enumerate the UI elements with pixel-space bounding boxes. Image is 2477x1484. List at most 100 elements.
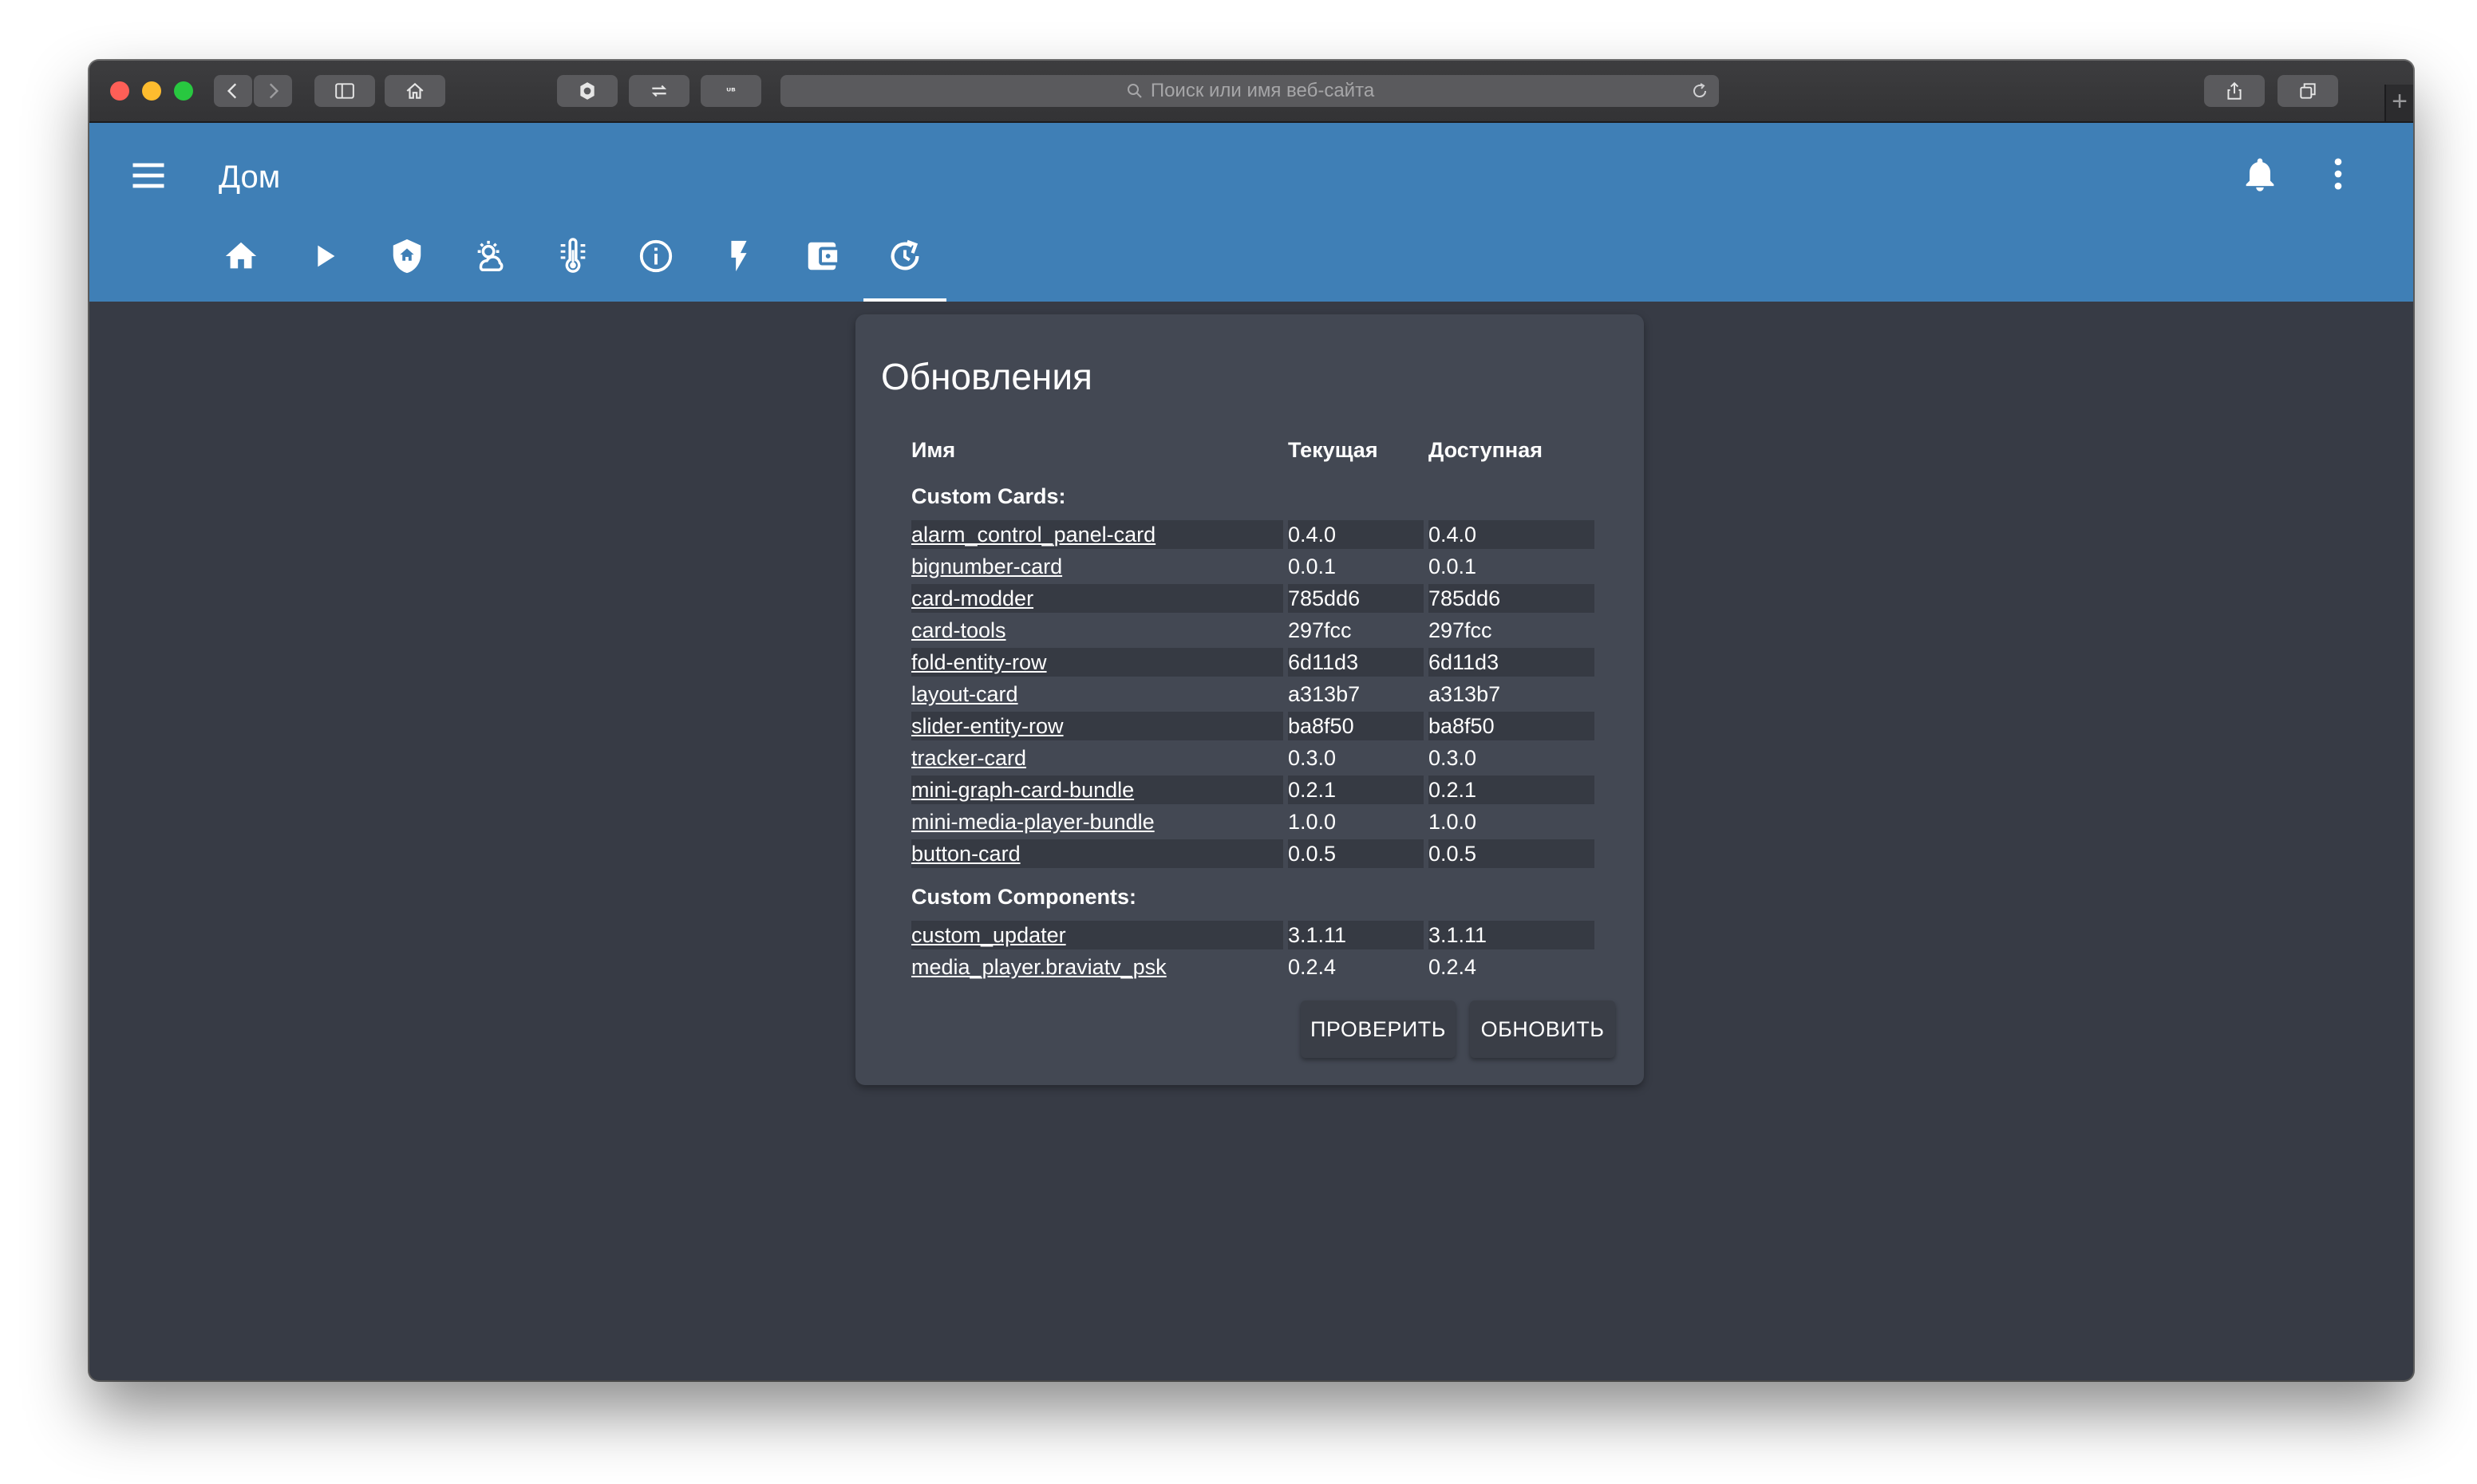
component-name-link[interactable]: slider-entity-row	[911, 712, 1283, 740]
table-row: mini-graph-card-bundle 0.2.1 0.2.1	[911, 776, 1594, 807]
table-row: tracker-card 0.3.0 0.3.0	[911, 744, 1594, 776]
available-version: ba8f50	[1428, 712, 1594, 740]
tab-security[interactable]	[365, 211, 448, 302]
component-name-link[interactable]: mini-media-player-bundle	[911, 807, 1283, 836]
wallet-icon	[808, 242, 838, 270]
more-options-icon[interactable]	[2317, 153, 2359, 195]
available-version: a313b7	[1428, 682, 1501, 706]
component-name-link[interactable]: button-card	[911, 839, 1283, 868]
section-title-custom-components: Custom Components:	[911, 885, 1136, 909]
tab-finance[interactable]	[780, 211, 863, 302]
forward-button[interactable]	[254, 75, 292, 107]
component-name-link[interactable]: bignumber-card	[911, 552, 1283, 581]
reload-icon[interactable]	[1690, 81, 1709, 101]
table-row: fold-entity-row 6d11d3 6d11d3	[911, 648, 1594, 680]
available-version: 0.2.4	[1428, 955, 1477, 979]
update-button[interactable]: ОБНОВИТЬ	[1470, 1001, 1615, 1058]
component-name-link[interactable]: media_player.braviatv_psk	[911, 953, 1283, 981]
address-bar[interactable]: Поиск или имя веб-сайта	[780, 75, 1719, 107]
current-version: 0.3.0	[1288, 746, 1337, 770]
tab-info[interactable]	[614, 211, 697, 302]
extension-icon	[580, 82, 595, 100]
info-icon	[639, 239, 673, 273]
flash-icon	[731, 240, 747, 272]
page-title: Дом	[219, 160, 281, 195]
current-version: 297fcc	[1288, 618, 1352, 642]
zoom-window-button[interactable]	[174, 81, 193, 101]
home-icon	[406, 82, 424, 99]
browser-window: ᵁᴮ Поиск или имя веб-сайта + Дом Обновле…	[89, 61, 2413, 1380]
component-name-link[interactable]: layout-card	[911, 680, 1283, 708]
browser-toolbar: ᵁᴮ Поиск или имя веб-сайта +	[89, 61, 2413, 123]
component-name-link[interactable]: card-tools	[911, 616, 1283, 645]
sync-icon	[651, 85, 667, 97]
extension-button[interactable]	[557, 75, 618, 107]
close-window-button[interactable]	[110, 81, 129, 101]
tab-media[interactable]	[282, 211, 365, 302]
current-version: ba8f50	[1288, 712, 1424, 740]
available-version: 1.0.0	[1428, 810, 1477, 834]
play-icon	[318, 245, 335, 267]
current-version: 6d11d3	[1288, 648, 1424, 677]
component-name-link[interactable]: fold-entity-row	[911, 648, 1283, 677]
component-name-link[interactable]: card-modder	[911, 584, 1283, 613]
table-row: slider-entity-row ba8f50 ba8f50	[911, 712, 1594, 744]
component-name-link[interactable]: alarm_control_panel-card	[911, 520, 1283, 549]
tab-climate[interactable]	[531, 211, 614, 302]
current-version: 0.2.1	[1288, 776, 1424, 804]
sidebar-button[interactable]	[314, 75, 375, 107]
current-version: 0.4.0	[1288, 520, 1424, 549]
tab-energy[interactable]	[697, 211, 780, 302]
new-tab-button[interactable]: +	[2384, 85, 2413, 121]
tabs-overview-button[interactable]	[2277, 75, 2338, 107]
available-version: 6d11d3	[1428, 648, 1594, 677]
current-version: 1.0.0	[1288, 810, 1337, 834]
current-version: 0.2.4	[1288, 955, 1337, 979]
column-header-current: Текущая	[1288, 438, 1378, 462]
current-version: 785dd6	[1288, 584, 1424, 613]
forward-icon	[269, 83, 279, 99]
available-version: 0.2.1	[1428, 776, 1594, 804]
available-version: 0.0.1	[1428, 555, 1477, 578]
available-version: 785dd6	[1428, 584, 1594, 613]
tab-updates[interactable]	[863, 211, 946, 302]
reader-button[interactable]: ᵁᴮ	[701, 75, 761, 107]
check-button[interactable]: ПРОВЕРИТЬ	[1301, 1001, 1456, 1058]
share-icon	[2227, 81, 2242, 100]
back-button[interactable]	[214, 75, 252, 107]
home-button[interactable]	[385, 75, 445, 107]
column-header-available: Доступная	[1428, 438, 1543, 462]
current-version: 0.0.1	[1288, 555, 1337, 578]
thermometer-icon	[560, 238, 586, 273]
back-icon	[227, 83, 237, 99]
component-name-link[interactable]: custom_updater	[911, 921, 1283, 949]
weather-icon	[477, 240, 504, 271]
minimize-window-button[interactable]	[142, 81, 161, 101]
address-placeholder: Поиск или имя веб-сайта	[1150, 80, 1375, 101]
update-icon	[891, 239, 919, 270]
app-header: Дом	[89, 123, 2413, 302]
table-row: alarm_control_panel-card 0.4.0 0.4.0	[911, 520, 1594, 552]
component-name-link[interactable]: tracker-card	[911, 744, 1283, 772]
available-version: 3.1.11	[1428, 921, 1594, 949]
table-row: mini-media-player-bundle 1.0.0 1.0.0	[911, 807, 1594, 839]
shield-home-icon	[393, 239, 421, 274]
tab-home[interactable]	[200, 211, 282, 302]
sidebar-icon	[335, 83, 354, 99]
tabs-icon	[2300, 83, 2316, 99]
menu-icon[interactable]	[128, 155, 169, 196]
component-name-link[interactable]: mini-graph-card-bundle	[911, 776, 1283, 804]
table-row: layout-card a313b7 a313b7	[911, 680, 1594, 712]
tab-weather[interactable]	[448, 211, 531, 302]
available-version: 0.0.5	[1428, 839, 1594, 868]
share-button[interactable]	[2204, 75, 2265, 107]
section-title-custom-cards: Custom Cards:	[911, 484, 1066, 508]
sync-button[interactable]	[629, 75, 689, 107]
notifications-bell-icon[interactable]	[2239, 153, 2281, 195]
current-version: 3.1.11	[1288, 921, 1424, 949]
svg-text:ᵁᴮ: ᵁᴮ	[726, 85, 736, 97]
current-version: 0.0.5	[1288, 839, 1424, 868]
updates-card: Обновления Имя Текущая Доступная Custom …	[855, 314, 1644, 1085]
table-row: custom_updater 3.1.11 3.1.11	[911, 921, 1594, 953]
card-title: Обновления	[881, 356, 1092, 397]
